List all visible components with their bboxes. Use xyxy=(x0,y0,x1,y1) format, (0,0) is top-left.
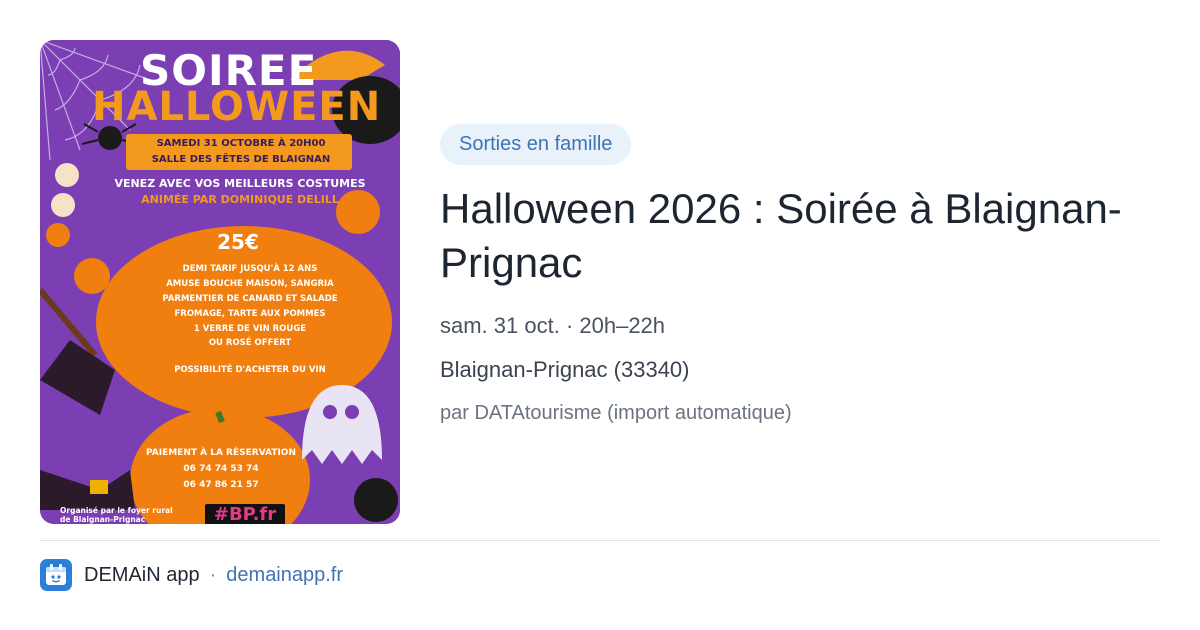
poster-animation-text: ANIMÉE PAR DOMINIQUE DELILL xyxy=(141,193,339,206)
poster-halloween-text: HALLOWEEN xyxy=(92,84,382,130)
event-card[interactable]: SOIREE HALLOWEEN SAMEDI 31 OCTOBRE À 20H… xyxy=(0,0,1200,630)
poster-menu-line: FROMAGE, TARTE AUX POMMES xyxy=(174,309,326,319)
poster-payment-text: PAIEMENT À LA RÉSERVATION xyxy=(145,448,296,458)
event-title[interactable]: Halloween 2026 : Soirée à Blaignan-Prign… xyxy=(440,182,1160,290)
event-location: Blaignan-Prignac (33340) xyxy=(440,357,690,382)
poster-phone-text: 06 74 74 53 74 xyxy=(183,464,259,474)
poster-organizer-text: Organisé par le foyer rural de Blaignan-… xyxy=(60,506,173,524)
poster-costumes-text: VENEZ AVEC VOS MEILLEURS COSTUMES xyxy=(114,177,366,190)
app-url-link[interactable]: demainapp.fr xyxy=(226,564,343,587)
poster-menu-line: POSSIBILITÉ D'ACHETER DU VIN xyxy=(174,365,326,375)
poster-menu-line: DEMI TARIF JUSQU'À 12 ANS xyxy=(182,264,318,274)
app-name: DEMAiN app xyxy=(84,563,200,586)
footer: DEMAiN app · demainapp.fr xyxy=(40,558,343,592)
poster-hashtag-text: #BP.fr xyxy=(205,504,285,524)
event-poster-image: SOIREE HALLOWEEN SAMEDI 31 OCTOBRE À 20H… xyxy=(40,40,400,524)
category-badge[interactable]: Sorties en famille xyxy=(440,124,632,165)
footer-divider xyxy=(40,540,1160,541)
poster-menu-line: 1 VERRE DE VIN ROUGE xyxy=(193,324,307,334)
event-date-time: sam. 31 oct. · 20h–22h xyxy=(440,313,666,338)
poster-menu-line: OU ROSÉ OFFERT xyxy=(208,338,292,348)
poster-venue-text: SALLE DES FÊTES DE BLAIGNAN xyxy=(151,154,331,165)
poster-price-text: 25€ xyxy=(217,230,259,254)
poster-menu-line: AMUSE BOUCHE MAISON, SANGRIA xyxy=(166,279,334,289)
poster-phone-text: 06 47 86 21 57 xyxy=(183,480,259,490)
poster-menu-line: PARMENTIER DE CANARD ET SALADE xyxy=(162,294,338,304)
event-source: par DATAtourisme (import automatique) xyxy=(440,402,792,424)
footer-separator: · xyxy=(209,563,217,586)
poster-date-text: SAMEDI 31 OCTOBRE À 20H00 xyxy=(156,138,326,149)
demain-app-icon xyxy=(40,559,72,591)
